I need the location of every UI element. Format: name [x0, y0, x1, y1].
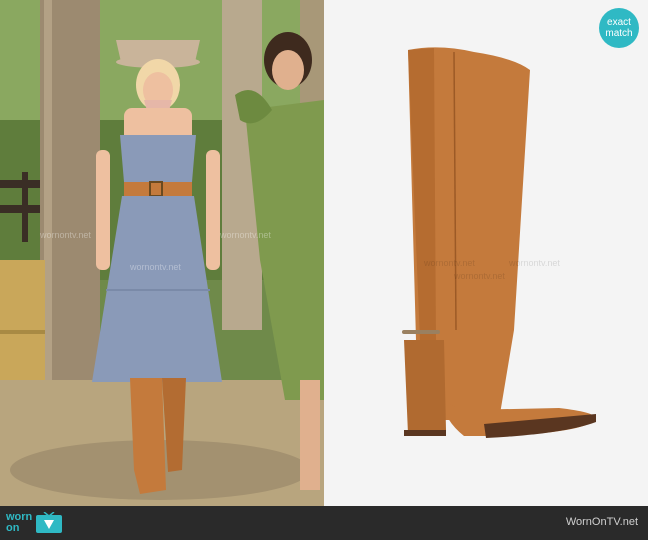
product-photo[interactable]: wornontv.net wornontv.net wornontv.net [324, 0, 648, 506]
boot-illustration [402, 47, 596, 438]
watermark: wornontv.net [220, 230, 271, 240]
wornontv-logo[interactable]: worn on [6, 510, 63, 536]
logo-line2: on [6, 522, 20, 534]
watermark: wornontv.net [454, 271, 505, 281]
badge-line1: exact [607, 17, 631, 28]
logo-text: worn on [6, 512, 32, 534]
scene-photo[interactable]: wornontv.net wornontv.net wornontv.net [0, 0, 324, 506]
exact-match-badge[interactable]: exact match [599, 8, 639, 48]
footer-bar: worn on WornOnTV.net [0, 506, 648, 540]
scene-illustration [0, 0, 324, 506]
watermark: wornontv.net [509, 258, 560, 268]
site-name: WornOnTV.net [565, 516, 638, 528]
watermark: wornontv.net [40, 230, 91, 240]
tv-icon [36, 512, 63, 533]
watermark: wornontv.net [130, 262, 181, 272]
watermark: wornontv.net [424, 258, 475, 268]
page: wornontv.net wornontv.net wornontv.net w… [0, 0, 648, 540]
badge-line2: match [605, 28, 633, 39]
